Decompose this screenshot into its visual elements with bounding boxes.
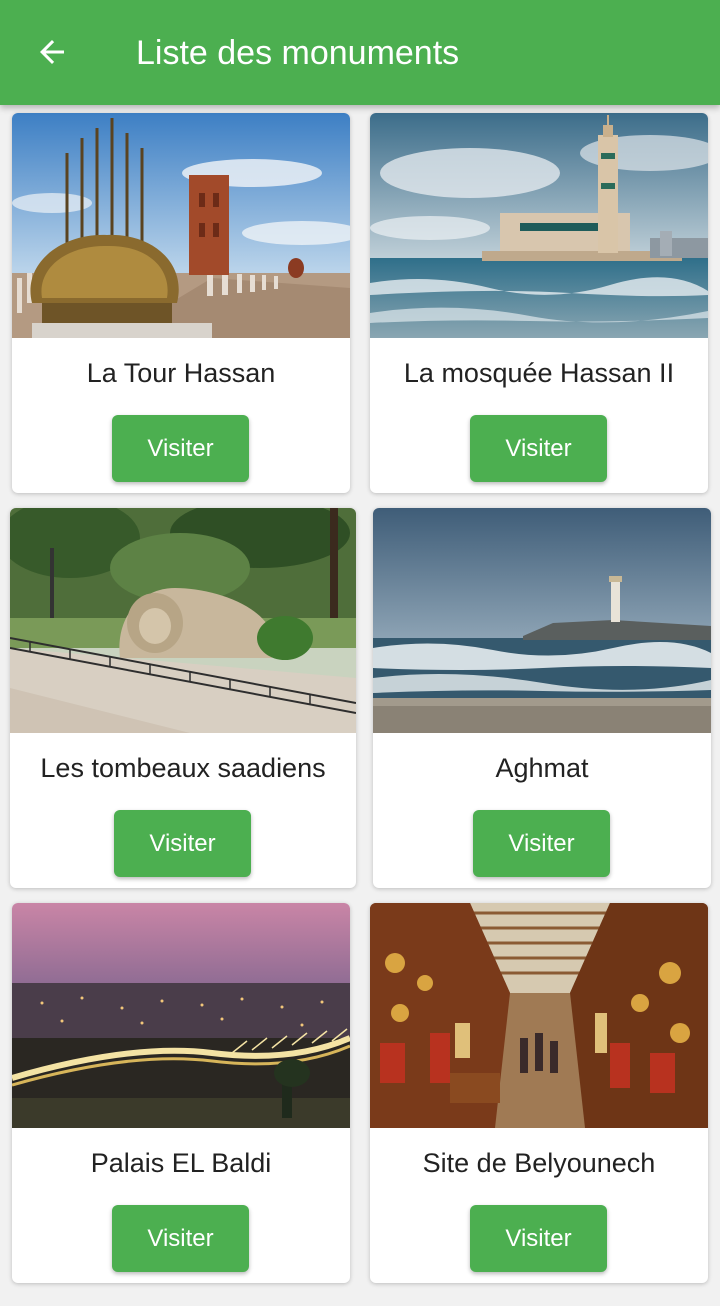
monument-card-aghmat: Aghmat Visiter [373, 508, 711, 888]
visit-button[interactable]: Visiter [112, 415, 249, 482]
monument-name: Les tombeaux saadiens [40, 753, 326, 783]
visit-button[interactable]: Visiter [112, 1205, 249, 1272]
monument-name: Aghmat [495, 753, 589, 783]
city-bridge-night-image [12, 903, 350, 1128]
page-title: Liste des monuments [136, 34, 460, 72]
visit-button[interactable]: Visiter [114, 810, 251, 877]
monument-card-palais-el-baldi: Palais EL Baldi Visiter [12, 903, 350, 1283]
back-button[interactable] [30, 30, 74, 74]
monument-card-mosquee-hassan-ii: La mosquée Hassan II Visiter [370, 113, 708, 493]
monument-card-tombeaux-saadiens: Les tombeaux saadiens Visiter [10, 508, 356, 888]
tour-hassan-image [12, 113, 350, 338]
visit-button[interactable]: Visiter [473, 810, 610, 877]
souk-market-image [370, 903, 708, 1128]
monument-card-tour-hassan: La Tour Hassan Visiter [12, 113, 350, 493]
visit-button[interactable]: Visiter [470, 415, 607, 482]
monument-name: La mosquée Hassan II [403, 358, 675, 388]
monument-name: Site de Belyounech [422, 1148, 656, 1178]
monument-name: La Tour Hassan [86, 358, 276, 388]
monument-name: Palais EL Baldi [90, 1148, 272, 1178]
arrow-back-icon [40, 40, 64, 64]
app-bar: Liste des monuments [0, 0, 720, 105]
visit-button[interactable]: Visiter [470, 1205, 607, 1272]
mosque-hassan-ii-image [370, 113, 708, 338]
lion-statue-park-image [10, 508, 356, 733]
monument-card-site-de-belyounech: Site de Belyounech Visiter [370, 903, 708, 1283]
lighthouse-sea-image [373, 508, 711, 733]
